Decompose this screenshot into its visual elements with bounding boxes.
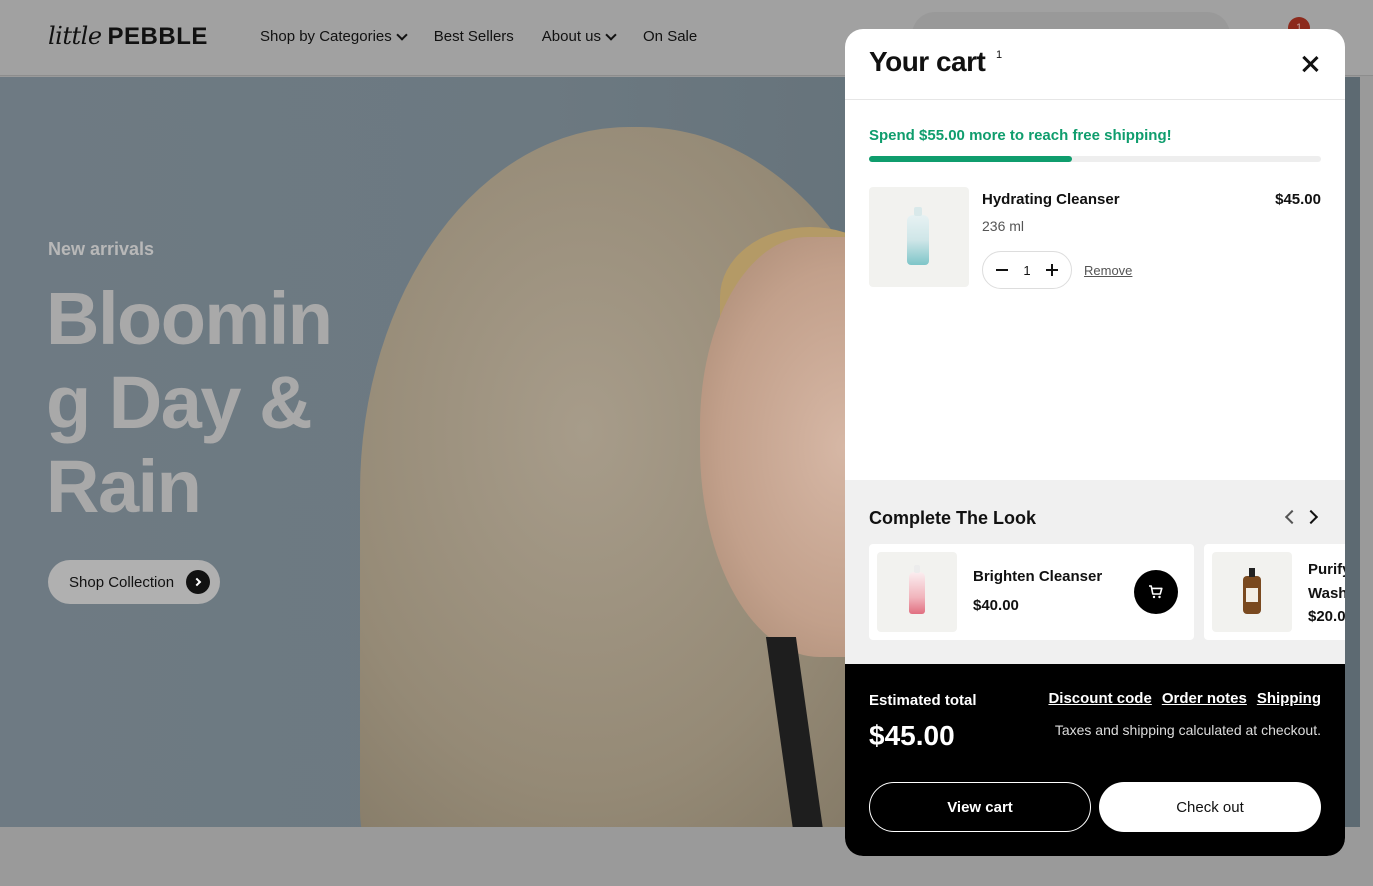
recommended-product-name[interactable]: Purifying Wash: [1308, 558, 1345, 606]
plus-icon[interactable]: [1045, 263, 1059, 277]
nav-best-sellers[interactable]: Best Sellers: [434, 28, 514, 45]
recommended-product-price: $20.00: [1308, 608, 1345, 625]
check-out-button[interactable]: Check out: [1099, 782, 1321, 832]
recommended-product-card: Brighten Cleanser $40.00: [869, 544, 1194, 640]
shipping-link[interactable]: Shipping: [1257, 690, 1321, 707]
view-cart-button[interactable]: View cart: [869, 782, 1091, 832]
free-shipping-progress: [869, 156, 1321, 162]
nav-label: On Sale: [643, 28, 698, 45]
estimated-total-value: $45.00: [869, 720, 955, 751]
shipping-prefix: Spend: [869, 127, 920, 144]
cart-footer-links: Discount code Order notes Shipping: [1048, 690, 1321, 707]
estimated-total-label: Estimated total: [869, 692, 977, 709]
cart-line-item: Hydrating Cleanser 236 ml $45.00 1 Remov…: [869, 187, 1321, 289]
logo-word: PEBBLE: [107, 23, 208, 50]
nav-label: Shop by Categories: [260, 28, 392, 45]
complete-the-look: Complete The Look Brighten Cleanser $40.…: [845, 480, 1345, 664]
arrow-right-icon: [186, 570, 211, 594]
free-shipping-progress-fill: [869, 156, 1073, 162]
main-nav: Shop by Categories Best Sellers About us…: [260, 28, 697, 45]
cart-footer: Estimated total $45.00 Discount code Ord…: [845, 664, 1345, 856]
nav-label: Best Sellers: [433, 28, 514, 45]
cart-title-count: 1: [996, 49, 1003, 61]
recommended-product-card: Purifying Wash $20.00: [1204, 544, 1345, 640]
hero-title: Blooming Day & Rain: [46, 277, 333, 528]
product-image[interactable]: [869, 187, 969, 287]
order-notes-link[interactable]: Order notes: [1162, 690, 1247, 707]
cart-title: Your cart: [869, 46, 986, 77]
logo-script: little: [48, 22, 102, 50]
shipping-amount: $55.00: [919, 127, 965, 144]
nav-about-us[interactable]: About us: [541, 28, 617, 45]
chevron-right-icon[interactable]: [1303, 509, 1319, 525]
add-to-cart-button[interactable]: [1134, 570, 1178, 614]
product-image[interactable]: [877, 552, 957, 632]
hero-kicker: New arrivals: [48, 239, 155, 259]
discount-code-link[interactable]: Discount code: [1048, 690, 1151, 707]
remove-link[interactable]: Remove: [1084, 263, 1132, 278]
tax-note: Taxes and shipping calculated at checkou…: [1054, 722, 1321, 738]
cart-icon: [1149, 585, 1163, 599]
recommended-product-price: $40.00: [973, 597, 1019, 614]
nav-shop-by-categories[interactable]: Shop by Categories: [260, 28, 408, 45]
chevron-left-icon[interactable]: [1284, 509, 1300, 525]
quantity-value[interactable]: 1: [1023, 263, 1030, 278]
cart-drawer: Your cart 1 Spend $55.00 more to reach f…: [845, 29, 1345, 856]
close-icon[interactable]: [1301, 55, 1319, 73]
chevron-down-icon: [605, 28, 617, 41]
product-variant: 236 ml: [982, 218, 1025, 234]
shipping-suffix: more to reach free shipping!: [964, 127, 1172, 144]
logo[interactable]: little PEBBLE: [48, 22, 208, 52]
product-image[interactable]: [1212, 552, 1292, 632]
product-name[interactable]: Hydrating Cleanser: [982, 191, 1120, 208]
nav-on-sale[interactable]: On Sale: [643, 28, 697, 45]
cart-drawer-header: Your cart 1: [845, 29, 1345, 100]
complete-the-look-title: Complete The Look: [869, 508, 1037, 528]
shop-collection-label: Shop Collection: [69, 573, 175, 591]
recommended-product-name[interactable]: Brighten Cleanser: [973, 568, 1102, 585]
chevron-down-icon: [396, 28, 408, 41]
minus-icon[interactable]: [995, 263, 1009, 277]
free-shipping-message: Spend $55.00 more to reach free shipping…: [869, 127, 1172, 144]
shop-collection-button[interactable]: Shop Collection: [48, 560, 221, 604]
nav-label: About us: [541, 28, 602, 45]
product-price: $45.00: [1275, 191, 1321, 208]
quantity-stepper: 1: [982, 251, 1072, 289]
